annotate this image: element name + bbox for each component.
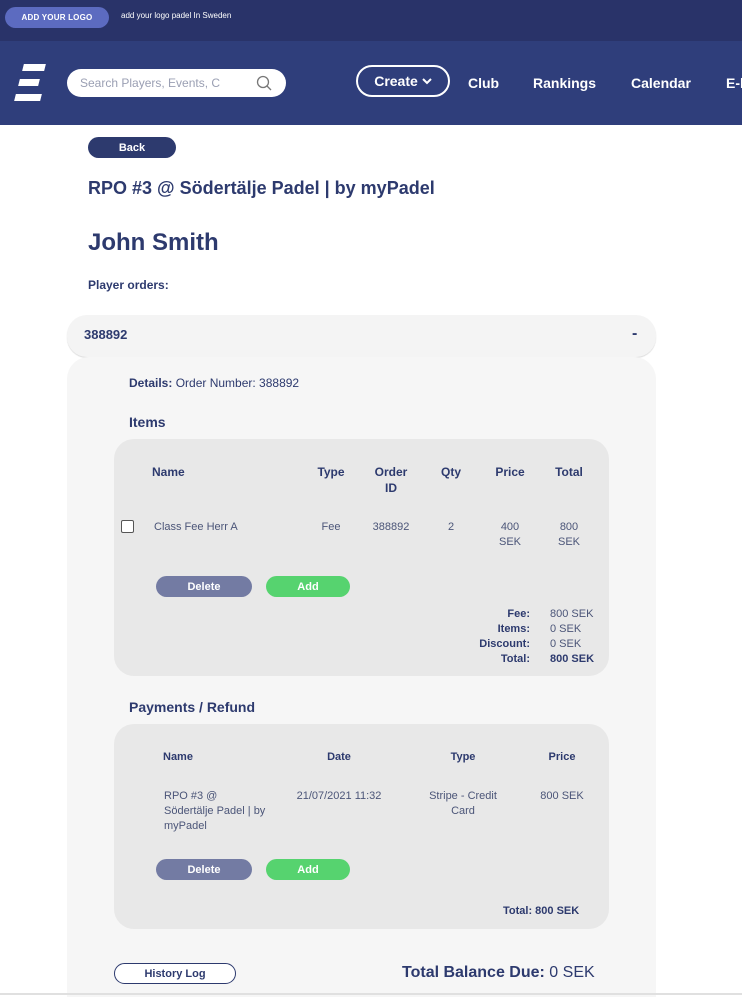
payments-header-type: Type: [450, 751, 476, 763]
items-header-price: Price: [495, 465, 525, 479]
delete-payment-button[interactable]: Delete: [156, 859, 252, 880]
items-header-order-id: Order ID: [374, 465, 408, 495]
search-icon[interactable]: [256, 75, 272, 91]
balance-value: 0 SEK: [549, 964, 595, 981]
payments-section-title: Payments / Refund: [129, 699, 256, 715]
summary-discount-label: Discount:: [479, 638, 530, 650]
event-title: RPO #3 @ Södertälje Padel | by myPadel: [88, 178, 435, 198]
summary-fee-label: Fee:: [507, 608, 530, 620]
item-select-checkbox[interactable]: [121, 520, 134, 533]
brand-logo-icon[interactable]: [14, 64, 46, 101]
add-item-button[interactable]: Add: [266, 576, 350, 597]
create-label: Create: [374, 73, 418, 89]
order-accordion-header[interactable]: 388892 -: [67, 315, 656, 357]
nav-link-calendar[interactable]: Calendar: [631, 75, 691, 91]
nav-link-more[interactable]: E-l: [726, 75, 742, 91]
items-header-type: Type: [317, 465, 345, 479]
summary-discount-value: 0 SEK: [550, 638, 582, 650]
item-total: 800 SEK: [557, 521, 580, 548]
chevron-down-icon: [422, 78, 432, 85]
details-label: Details:: [129, 376, 173, 390]
nav-link-rankings[interactable]: Rankings: [533, 75, 596, 91]
item-price: 400 SEK: [498, 521, 521, 548]
payments-header-price: Price: [548, 751, 576, 763]
summary-fee-value: 800 SEK: [550, 608, 594, 620]
payments-header-date: Date: [327, 751, 351, 763]
summary-total-value: 800 SEK: [550, 653, 595, 665]
payments-total: Total: 800 SEK: [503, 905, 580, 917]
nav-link-club[interactable]: Club: [468, 75, 499, 91]
item-name: Class Fee Herr A: [154, 521, 238, 533]
payment-name: RPO #3 @ Södertälje Padel | by myPadel: [164, 790, 266, 832]
payments-header-name: Name: [163, 751, 193, 763]
payment-type: Stripe - Credit Card: [429, 790, 497, 817]
order-number: 388892: [84, 327, 128, 342]
order-details: Details: Order Number: 388892: [129, 376, 299, 390]
items-section-title: Items: [129, 414, 166, 430]
balance-label: Total Balance Due:: [402, 964, 545, 981]
summary-items-value: 0 SEK: [550, 623, 582, 635]
add-payment-button[interactable]: Add: [266, 859, 350, 880]
collapse-toggle[interactable]: -: [632, 325, 637, 343]
item-type: Fee: [321, 521, 341, 533]
items-header-name: Name: [152, 465, 185, 479]
top-tagline: add your logo padel In Sweden: [121, 11, 232, 20]
total-balance-due: Total Balance Due: 0 SEK: [402, 964, 595, 982]
top-banner: [0, 0, 742, 41]
summary-items-label: Items:: [497, 623, 530, 635]
player-name: John Smith: [88, 229, 219, 256]
add-logo-button[interactable]: ADD YOUR LOGO: [5, 7, 109, 28]
history-log-button[interactable]: History Log: [114, 963, 236, 984]
payment-date: 21/07/2021 11:32: [296, 790, 382, 802]
items-header-qty: Qty: [440, 465, 461, 479]
summary-total-label: Total:: [500, 653, 530, 665]
details-value: Order Number: 388892: [175, 376, 300, 390]
search-input[interactable]: Search Players, Events, C: [67, 69, 286, 97]
delete-item-button[interactable]: Delete: [156, 576, 252, 597]
player-orders-label: Player orders:: [88, 278, 169, 292]
create-dropdown-button[interactable]: Create: [356, 65, 450, 97]
back-button[interactable]: Back: [88, 137, 176, 158]
items-header-total: Total: [555, 465, 583, 479]
item-order-id: 388892: [372, 521, 410, 533]
item-qty: 2: [447, 521, 455, 533]
payment-price: 800 SEK: [540, 790, 584, 802]
search-placeholder: Search Players, Events, C: [80, 76, 221, 90]
